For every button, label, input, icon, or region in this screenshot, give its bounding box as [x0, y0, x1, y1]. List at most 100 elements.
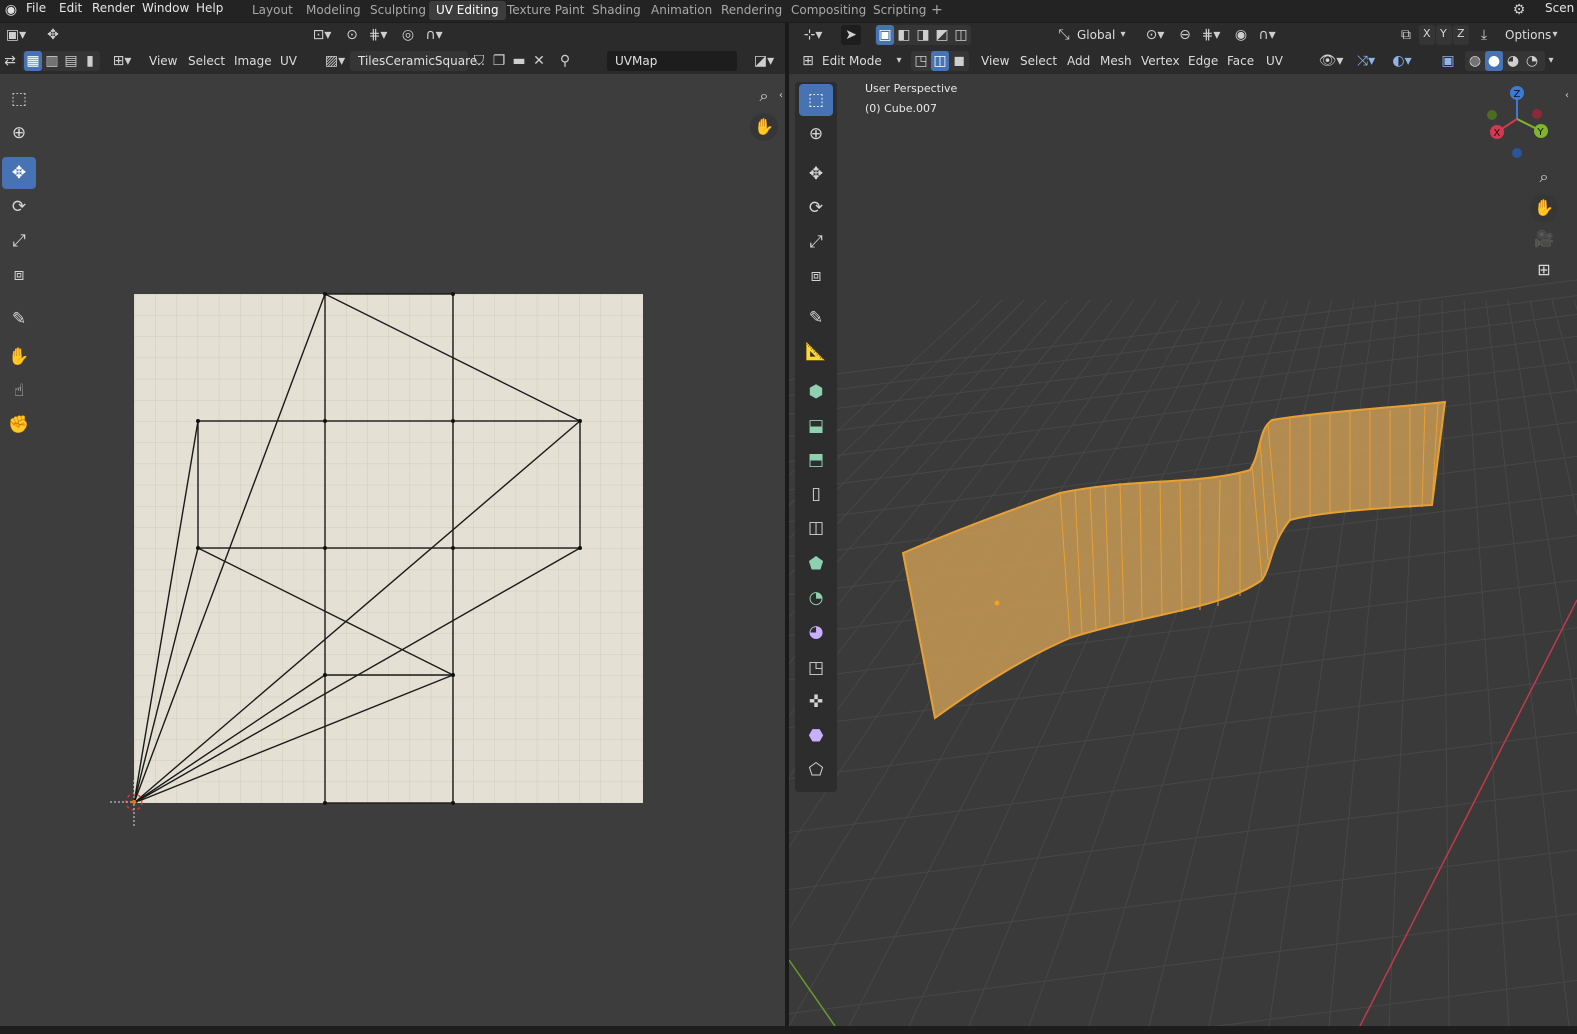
vp-annotate-icon[interactable]: ✎: [799, 302, 833, 334]
tab-compositing[interactable]: Compositing: [784, 1, 873, 20]
tool-select-icon[interactable]: ➤: [841, 25, 861, 45]
viewport-menu-face[interactable]: Face: [1227, 48, 1254, 74]
menu-edit[interactable]: Edit: [59, 0, 82, 22]
face-select-icon[interactable]: ▤: [62, 51, 80, 71]
blender-logo-icon[interactable]: ◉: [2, 0, 20, 20]
proportional-icon[interactable]: ◉: [1231, 25, 1251, 45]
navigation-gizmo[interactable]: Z Y X: [1479, 81, 1559, 161]
overlays-icon[interactable]: ◐▾: [1387, 51, 1417, 71]
solid-shading-icon[interactable]: ●: [1485, 51, 1503, 71]
viewport-canvas[interactable]: [789, 74, 1577, 1026]
orientation-chevron-icon[interactable]: ▾: [1117, 25, 1129, 45]
pivot-icon[interactable]: ⊡▾: [308, 25, 336, 45]
vertex-select-icon[interactable]: ▦: [24, 51, 42, 71]
knife-icon[interactable]: ⬟: [799, 548, 833, 580]
xray-icon[interactable]: ▣: [1439, 51, 1457, 71]
mirror-axis-z[interactable]: Z: [1453, 25, 1469, 45]
open-image-icon[interactable]: ▬: [510, 51, 528, 71]
mirror-axis-x[interactable]: X: [1419, 25, 1435, 45]
image-name-field[interactable]: TilesCeramicSquare..: [350, 51, 485, 71]
viewport-editor-type-icon[interactable]: ⊹▾: [799, 25, 827, 45]
tab-animation[interactable]: Animation: [644, 1, 719, 20]
vp-sidebar-toggle-icon[interactable]: ‹: [1562, 86, 1572, 106]
vp-cursor-icon[interactable]: ⊕: [799, 118, 833, 150]
uv-menu-select[interactable]: Select: [188, 48, 225, 74]
spin-icon[interactable]: ◕: [799, 616, 833, 648]
tab-texture-paint[interactable]: Texture Paint: [500, 1, 591, 20]
options-chevron-icon[interactable]: ▾: [1549, 25, 1561, 45]
ortho-toggle-icon[interactable]: ⊞: [1530, 256, 1558, 284]
viewport-menu-uv[interactable]: UV: [1266, 48, 1283, 74]
vp-rotate-icon[interactable]: ⟳: [799, 192, 833, 224]
proportional-falloff-icon[interactable]: ∩▾: [1253, 25, 1281, 45]
menu-file[interactable]: File: [26, 0, 46, 22]
menu-render[interactable]: Render: [92, 0, 135, 22]
poly-build-icon[interactable]: ◔: [799, 582, 833, 614]
vp-move-icon[interactable]: ✥: [799, 158, 833, 190]
viewport-menu-edge[interactable]: Edge: [1188, 48, 1218, 74]
vp-transform-icon[interactable]: ⧈: [799, 260, 833, 292]
tool-move-icon[interactable]: ✥: [40, 25, 66, 45]
proportional-edit-icon[interactable]: ◎: [398, 25, 418, 45]
select-invert-icon[interactable]: ◩: [933, 25, 951, 45]
inset-icon[interactable]: ⬒: [799, 444, 833, 476]
smooth-icon[interactable]: ◳: [799, 652, 833, 684]
mode-dropdown[interactable]: Edit Mode: [822, 48, 882, 74]
viewport-menu-mesh[interactable]: Mesh: [1100, 48, 1132, 74]
measure-icon[interactable]: 📐: [799, 336, 833, 368]
tab-modeling[interactable]: Modeling: [299, 1, 368, 20]
snap-toggle-icon[interactable]: ⊖: [1175, 25, 1195, 45]
new-image-icon[interactable]: ❐: [490, 51, 508, 71]
mode-chevron-icon[interactable]: ▾: [893, 51, 905, 71]
material-shading-icon[interactable]: ◕: [1504, 51, 1522, 71]
select-intersect-icon[interactable]: ◫: [952, 25, 970, 45]
mirror-icon[interactable]: ⧉: [1397, 25, 1415, 45]
camera-view-icon[interactable]: 🎥: [1530, 225, 1558, 253]
tab-uv-editing[interactable]: UV Editing: [429, 1, 506, 20]
unlink-image-icon[interactable]: ✕: [530, 51, 548, 71]
vertex-mode-icon[interactable]: ◳: [912, 51, 930, 71]
snap-target-icon[interactable]: ⋕▾: [1197, 25, 1225, 45]
mirror-axis-y[interactable]: Y: [1436, 25, 1452, 45]
auto-merge-icon[interactable]: ⤓: [1475, 25, 1493, 45]
viewport-menu-select[interactable]: Select: [1020, 48, 1057, 74]
uv-menu-image[interactable]: Image: [234, 48, 272, 74]
menu-help[interactable]: Help: [196, 0, 223, 22]
uv-canvas[interactable]: [0, 74, 785, 1034]
shrink-fatten-icon[interactable]: ⬣: [799, 720, 833, 752]
gizmo-toggle-icon[interactable]: ⤨▾: [1351, 51, 1381, 71]
vp-select-box-icon[interactable]: ⬚: [799, 84, 833, 116]
add-workspace-button[interactable]: +: [924, 1, 950, 20]
select-new-icon[interactable]: ▣: [876, 25, 894, 45]
bevel-icon[interactable]: ▯: [799, 478, 833, 510]
options-dropdown[interactable]: Options: [1505, 23, 1551, 49]
fake-user-icon[interactable]: ⛉: [470, 51, 488, 71]
loop-cut-icon[interactable]: ◫: [799, 512, 833, 544]
pivot-point-icon[interactable]: ⊙▾: [1141, 25, 1169, 45]
tab-layout[interactable]: Layout: [245, 1, 300, 20]
menu-window[interactable]: Window: [142, 0, 189, 22]
scene-icon[interactable]: ⚙: [1508, 0, 1530, 20]
shear-icon[interactable]: ⬠: [799, 754, 833, 786]
visibility-icon[interactable]: 👁▾: [1317, 51, 1345, 71]
face-mode-icon[interactable]: ◼: [950, 51, 968, 71]
island-select-icon[interactable]: ▮: [81, 51, 99, 71]
viewport-menu-vertex[interactable]: Vertex: [1141, 48, 1180, 74]
falloff-icon[interactable]: ∩▾: [420, 25, 448, 45]
uv-menu-uv[interactable]: UV: [280, 48, 297, 74]
snap-icon[interactable]: ⊙: [342, 25, 362, 45]
orientation-dropdown[interactable]: Global: [1077, 23, 1115, 49]
scene-selector[interactable]: Scen: [1545, 0, 1574, 22]
tab-rendering[interactable]: Rendering: [714, 1, 789, 20]
tab-sculpting[interactable]: Sculpting: [363, 1, 433, 20]
shading-options-icon[interactable]: ▾: [1545, 51, 1557, 71]
display-channels-icon[interactable]: ◪▾: [750, 51, 778, 71]
editor-type-icon[interactable]: ▣▾: [2, 25, 30, 45]
mode-icon[interactable]: ⊞: [799, 51, 817, 71]
wireframe-shading-icon[interactable]: ◍: [1466, 51, 1484, 71]
vp-pan-hand-icon[interactable]: ✋: [1530, 194, 1558, 222]
select-subtract-icon[interactable]: ◨: [914, 25, 932, 45]
sync-selection-icon[interactable]: ⇄: [1, 51, 19, 71]
orientation-icon[interactable]: ⤡: [1055, 25, 1073, 45]
snap-options-icon[interactable]: ⋕▾: [364, 25, 392, 45]
